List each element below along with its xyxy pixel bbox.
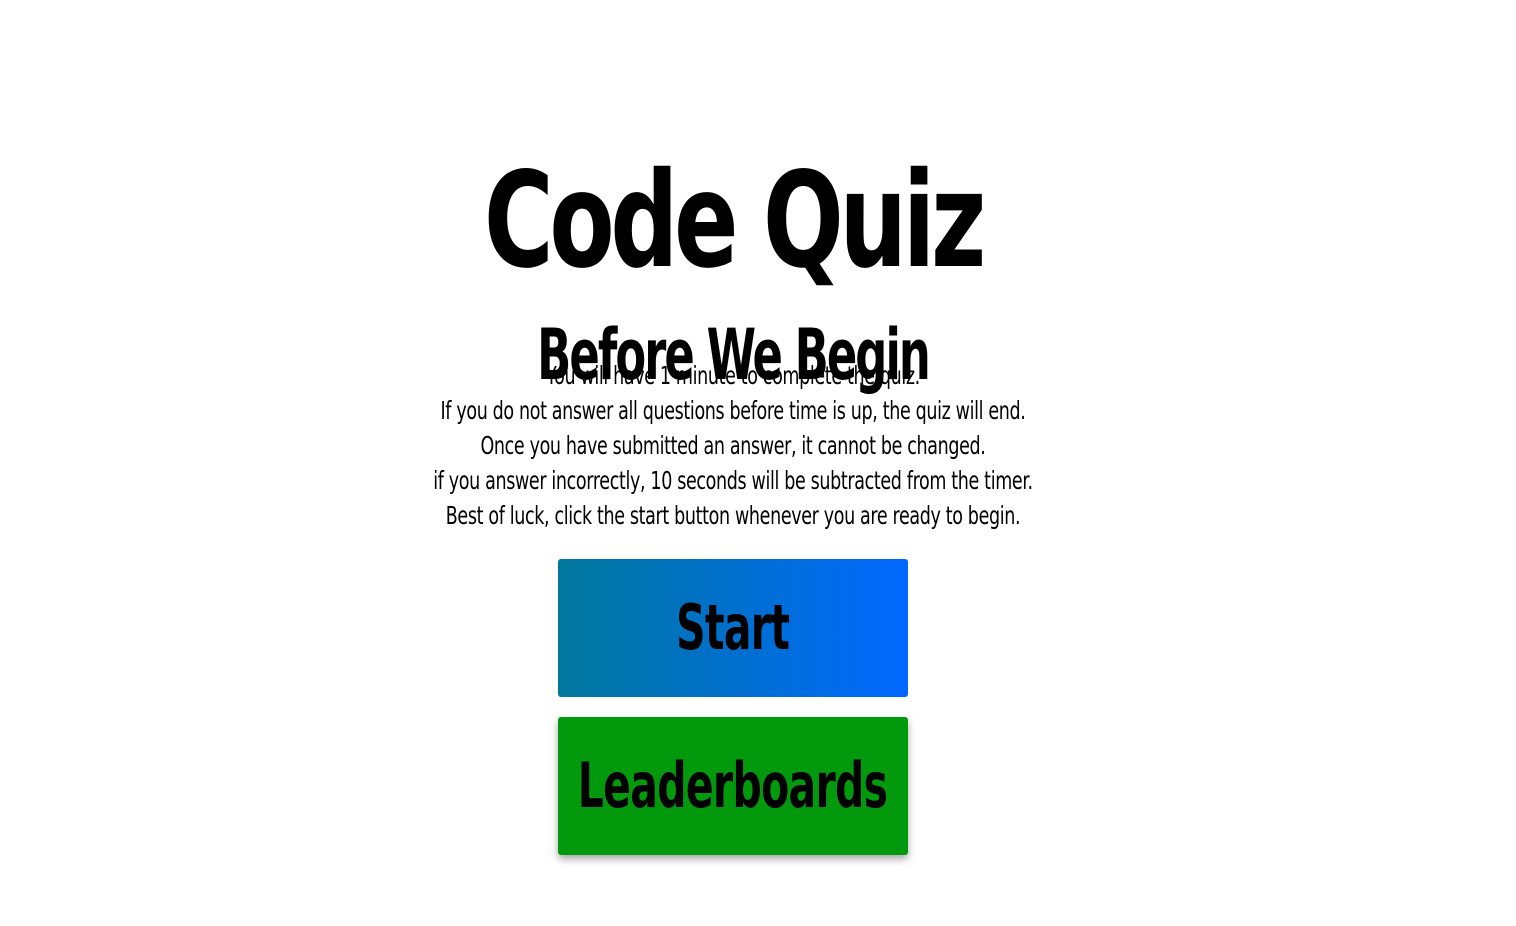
rule-line: If you do not answer all questions befor… — [440, 396, 1026, 425]
page-title: Code Quiz — [483, 144, 986, 299]
rule-line: Once you have submitted an answer, it ca… — [480, 431, 986, 460]
start-button-label: Start — [676, 591, 790, 664]
leaderboards-button-label: Leaderboards — [578, 749, 888, 822]
rule-line: Best of luck, click the start button whe… — [445, 501, 1021, 530]
rules-text: You will have 1 minute to complete the q… — [220, 358, 1246, 533]
rule-line: if you answer incorrectly, 10 seconds wi… — [433, 466, 1033, 495]
rule-line: You will have 1 minute to complete the q… — [546, 361, 920, 390]
start-button[interactable]: Start — [558, 559, 908, 697]
leaderboards-button[interactable]: Leaderboards — [558, 717, 908, 855]
